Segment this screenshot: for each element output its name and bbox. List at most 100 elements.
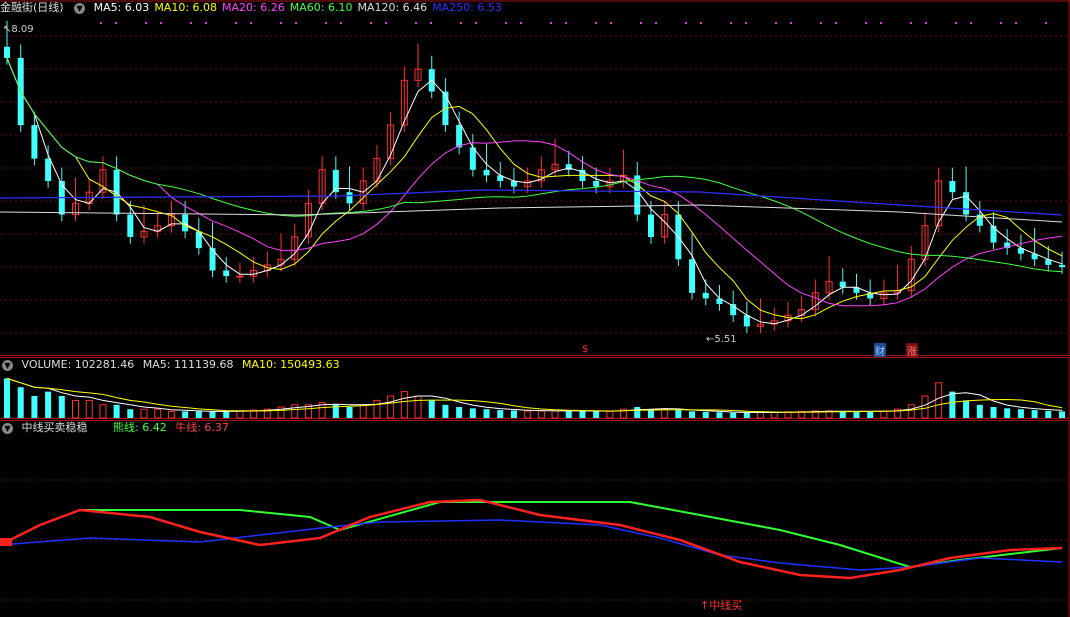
event-dot [820, 22, 822, 24]
bull-stub [0, 538, 12, 546]
volume-bar [346, 407, 353, 418]
event-dot [385, 22, 387, 24]
buy-signal-label: ↑中线买 [700, 599, 743, 612]
volume-bar [1004, 408, 1011, 418]
event-dot [595, 22, 597, 24]
event-dot [925, 22, 927, 24]
candle-body [182, 214, 189, 232]
volume-bar [853, 411, 860, 418]
volume-bar [634, 407, 641, 418]
event-dot [190, 22, 192, 24]
event-dot [205, 22, 207, 24]
ma-legend-item: MA120: 6.46 [357, 1, 428, 14]
bull-line-value: 牛线: 6.37 [175, 421, 229, 434]
volume-bar [510, 410, 517, 418]
low-price-label: ←5.51 [706, 334, 737, 345]
ma-legend-item: MA20: 6.26 [222, 1, 285, 14]
volume-header: ▼ VOLUME: 102281.46 MA5: 111139.68 MA10:… [0, 357, 345, 373]
volume-bar [963, 400, 970, 418]
volume-bar [675, 410, 682, 418]
volume-chart-panel[interactable]: ▼ VOLUME: 102281.46 MA5: 111139.68 MA10:… [0, 357, 1070, 419]
event-dot [835, 22, 837, 24]
event-dot [790, 22, 792, 24]
chevron-down-icon[interactable]: ▼ [74, 2, 86, 14]
event-dot [1015, 22, 1017, 24]
candle-body [949, 181, 956, 193]
indicator-header: ▼ 中线买卖稳稳 熊线: 6.42 牛线: 6.37 [0, 420, 234, 436]
event-dot [775, 22, 777, 24]
price-chart[interactable] [0, 0, 1070, 356]
indicator-chart[interactable] [0, 420, 1070, 617]
volume-bar [579, 410, 586, 418]
ma-legend-item: MA10: 6.08 [154, 1, 218, 14]
volume-bar [58, 396, 65, 418]
event-dot [415, 22, 417, 24]
volume-bar [182, 411, 189, 418]
candle-body [209, 248, 216, 271]
event-dot [1045, 22, 1047, 24]
event-dot [295, 22, 297, 24]
event-dot [550, 22, 552, 24]
candle-body [593, 181, 600, 187]
volume-bar [743, 412, 750, 418]
event-dot [325, 22, 327, 24]
event-marker-finance[interactable]: 财 [874, 343, 886, 358]
candle-body [4, 46, 10, 58]
volume-bar [428, 400, 435, 418]
price-chart-panel[interactable]: 金融街(日线) ▼ MA5: 6.03 MA10: 6.08 MA20: 6.26 M… [0, 0, 1070, 358]
chevron-down-icon[interactable]: ▼ [2, 422, 13, 434]
event-dot [115, 22, 117, 24]
candle-body [689, 259, 696, 293]
volume-bar [716, 412, 723, 418]
volume-bar [730, 412, 737, 418]
event-dot [565, 22, 567, 24]
candle-body [743, 315, 750, 327]
event-dot [475, 22, 477, 24]
volume-bar [497, 410, 504, 418]
indicator-title: 中线买卖稳稳 [21, 421, 88, 434]
event-marker-dollar[interactable]: $ [582, 344, 588, 355]
volume-bar [209, 411, 216, 418]
candle-body [31, 125, 38, 159]
volume-bar [976, 404, 983, 418]
event-dot [955, 22, 957, 24]
volume-bar [45, 391, 52, 418]
candle-body [839, 281, 846, 288]
event-dot [505, 22, 507, 24]
candle-body [702, 292, 709, 299]
volume-bar [702, 411, 709, 418]
volume-bar [223, 411, 230, 418]
price-bg [0, 0, 1070, 356]
indicator-panel[interactable]: ▼ 中线买卖稳稳 熊线: 6.42 牛线: 6.37 ↑中线买 [0, 420, 1070, 617]
event-dot [100, 22, 102, 24]
volume-bar [1059, 411, 1065, 418]
volume-bar [113, 404, 120, 418]
volume-bar [593, 411, 600, 418]
volume-bar [31, 396, 38, 418]
candle-body [127, 214, 134, 237]
volume-bar [949, 391, 956, 418]
event-marker-rise[interactable]: 涨 [906, 343, 918, 358]
event-dot [145, 22, 147, 24]
candle-body [510, 181, 517, 187]
volume-value: VOLUME: 102281.46 [21, 358, 135, 371]
event-dot [610, 22, 612, 24]
event-dot [730, 22, 732, 24]
event-dot [910, 22, 912, 24]
chevron-down-icon[interactable]: ▼ [2, 359, 13, 371]
event-dot [1000, 22, 1002, 24]
candle-body [647, 214, 654, 237]
ma-legend-item: MA5: 6.03 [93, 1, 150, 14]
volume-ma10: MA10: 150493.63 [241, 358, 340, 371]
volume-bar [839, 411, 846, 418]
volume-bar [565, 410, 572, 418]
event-dot [280, 22, 282, 24]
ma-legend-item: MA250: 6.53 [432, 1, 502, 14]
event-dot [340, 22, 342, 24]
volume-bar [456, 407, 463, 418]
volume-bar [990, 407, 997, 418]
indicator-bg [0, 420, 1070, 617]
event-dot [865, 22, 867, 24]
volume-bar [1017, 409, 1024, 418]
event-dot [520, 22, 522, 24]
